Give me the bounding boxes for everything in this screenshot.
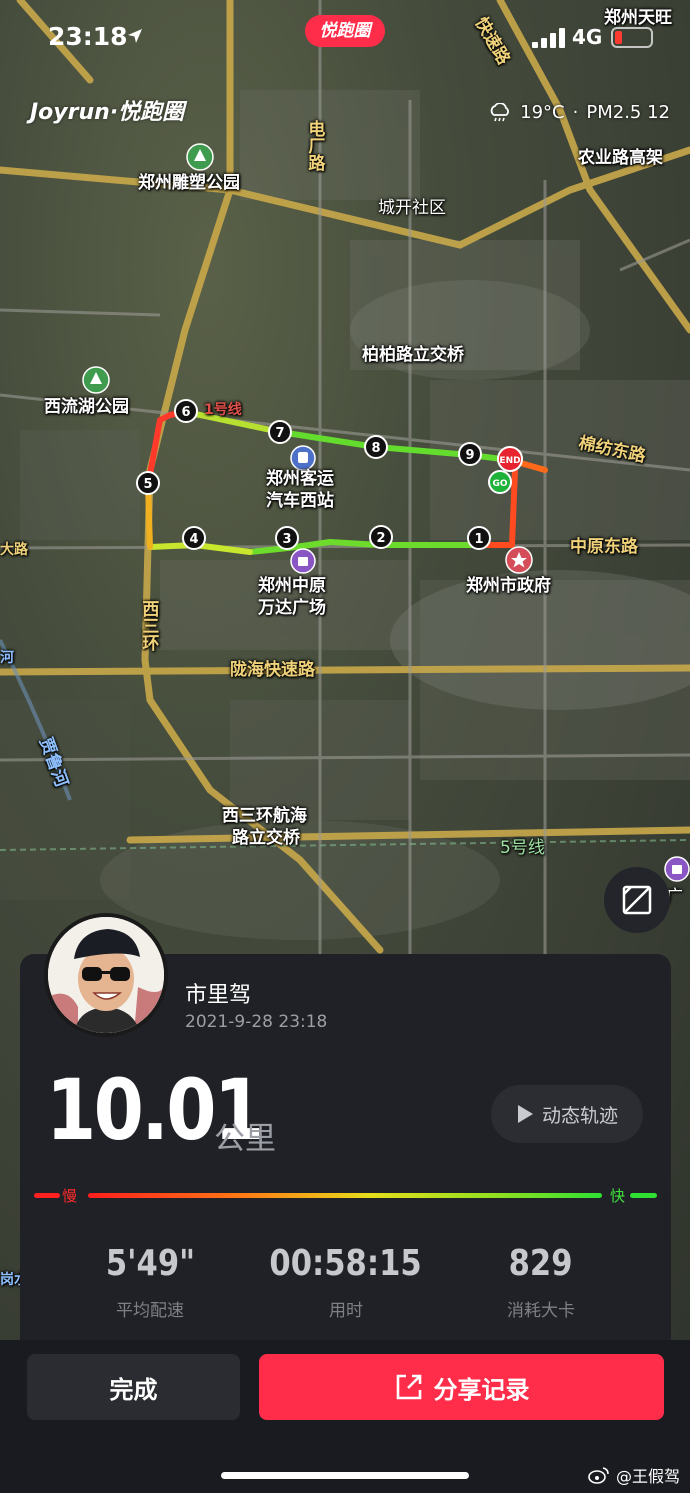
map-label-road: 西三环 (138, 600, 159, 651)
stat-label: 用时 (329, 1301, 363, 1321)
svg-text:8: 8 (371, 441, 380, 456)
watermark: @王假驾 (588, 1463, 680, 1487)
km-marker-5: 5 (136, 471, 160, 495)
distance-unit: 公里 (214, 1121, 276, 1157)
status-time: 23:18 (48, 22, 128, 51)
km-marker-2: 2 (369, 525, 393, 549)
svg-text:7: 7 (275, 426, 284, 441)
svg-text:5: 5 (143, 477, 152, 492)
weather-info: 19°C · PM2.5 12 (488, 102, 670, 123)
map-label: 郑州市政府 (466, 576, 551, 596)
app-badge: 悦跑圈 (305, 15, 385, 47)
location-arrow-icon (128, 29, 142, 43)
play-icon (517, 1105, 533, 1123)
run-datetime: 2021-9-28 23:18 (185, 1012, 328, 1032)
km-marker-4: 4 (182, 526, 206, 550)
svg-text:3: 3 (282, 532, 291, 547)
map-label-road: 电厂路 (304, 120, 325, 171)
map-label-road: 陇海快速路 (230, 660, 315, 680)
status-bar: 23:18 悦跑圈 4G (0, 0, 690, 70)
map-label-metro: 1号线 (204, 402, 242, 418)
home-indicator[interactable] (221, 1472, 469, 1479)
map-layer-icon (622, 885, 652, 915)
pace-slow-label: 慢 (62, 1187, 78, 1205)
map-label: 万达广场 (258, 598, 326, 618)
end-marker: END (497, 446, 523, 472)
km-marker-3: 3 (275, 526, 299, 550)
done-button[interactable]: 完成 (27, 1354, 240, 1420)
map-label-road: 大路 (0, 542, 28, 558)
map-label-road: 中原东路 (570, 537, 638, 557)
shopping-icon (664, 856, 690, 882)
battery-icon (611, 27, 653, 48)
pace-fast-label: 快 (610, 1187, 626, 1205)
map-label-park: 西流湖公园 (44, 397, 129, 417)
rain-cloud-icon (490, 102, 510, 121)
km-marker-9: 9 (458, 442, 482, 466)
map-label: 柏柏路立交桥 (362, 345, 464, 365)
share-label: 分享记录 (433, 1375, 530, 1404)
svg-text:4: 4 (189, 532, 198, 547)
map-label: 郑州客运 (266, 469, 334, 489)
map-label-river: 河 (0, 650, 14, 666)
map-label-metro: 5号线 (500, 838, 545, 858)
stat-avg-pace: 5'49" 平均配速 (50, 1243, 250, 1321)
svg-text:END: END (499, 456, 520, 466)
signal-icon (532, 28, 565, 48)
brand-logo: Joyrun·悦跑圈 (30, 100, 185, 125)
user-photo (48, 917, 164, 1033)
stat-calories: 829 消耗大卡 (441, 1243, 641, 1321)
route-replay-button[interactable]: 动态轨迹 (491, 1085, 643, 1143)
svg-text:2: 2 (376, 531, 385, 546)
weibo-icon (588, 1467, 609, 1484)
avatar[interactable] (44, 913, 168, 1037)
pace-legend (34, 1184, 657, 1206)
share-button[interactable]: 分享记录 (259, 1354, 664, 1420)
share-icon (396, 1374, 421, 1400)
map-label: 郑州中原 (258, 576, 326, 596)
network-type: 4G (572, 25, 603, 49)
map-label: 路立交桥 (232, 828, 300, 848)
start-marker: GO (488, 470, 512, 494)
stat-value: 00:58:15 (269, 1243, 423, 1284)
km-marker-8: 8 (364, 435, 388, 459)
air-quality: PM2.5 12 (586, 102, 670, 123)
temperature: 19°C (520, 102, 565, 123)
km-marker-7: 7 (268, 420, 292, 444)
svg-text:GO: GO (492, 479, 507, 489)
svg-text:9: 9 (465, 448, 474, 463)
stat-label: 消耗大卡 (507, 1301, 575, 1321)
user-name: 市里驾 (185, 983, 252, 1008)
stat-value: 829 (509, 1243, 573, 1284)
stat-value: 5'49" (105, 1243, 195, 1284)
svg-text:6: 6 (181, 405, 190, 420)
km-marker-1: 1 (467, 526, 491, 550)
svg-text:1: 1 (474, 532, 483, 547)
stat-label: 平均配速 (116, 1301, 184, 1321)
route-replay-label: 动态轨迹 (541, 1104, 618, 1127)
map-layer-button[interactable] (604, 867, 670, 933)
map-label: 城开社区 (378, 198, 446, 218)
map-label-park: 郑州雕塑公园 (138, 173, 240, 193)
stat-duration: 00:58:15 用时 (246, 1243, 446, 1321)
map-label: 汽车西站 (266, 491, 334, 511)
map-label-road: 农业路高架 (578, 148, 663, 168)
separator: · (572, 102, 579, 123)
watermark-text: @王假驾 (615, 1467, 680, 1486)
km-marker-6: 6 (174, 399, 198, 423)
map-label: 西三环航海 (222, 806, 307, 826)
